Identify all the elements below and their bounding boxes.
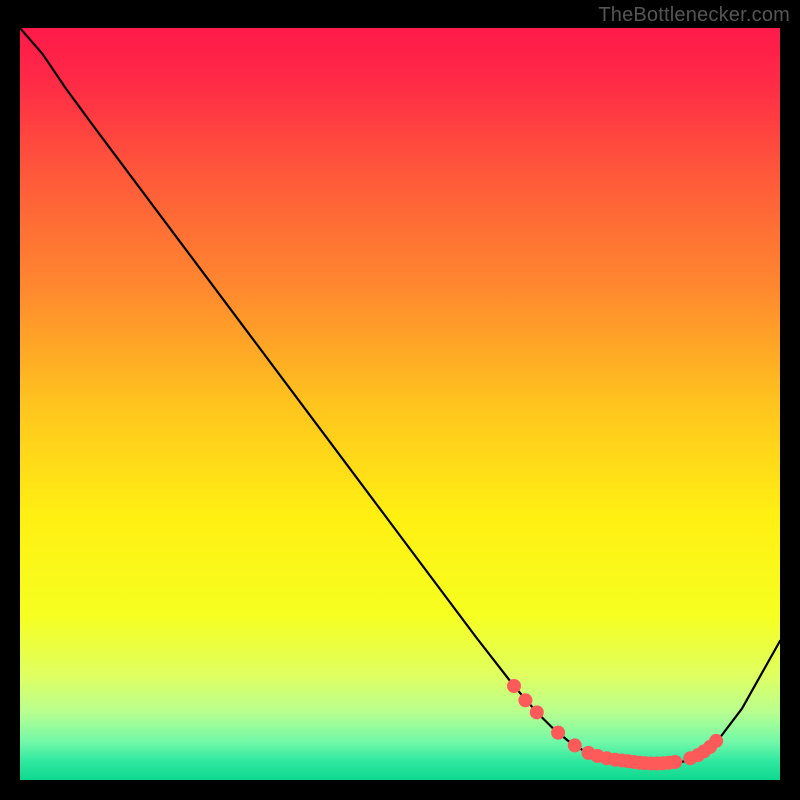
data-marker (530, 705, 544, 719)
watermark-text: TheBottlenecker.com (598, 4, 790, 27)
chart-frame: TheBottlenecker.com (0, 0, 800, 800)
data-marker (551, 726, 565, 740)
data-marker (518, 693, 532, 707)
data-marker (507, 679, 521, 693)
data-marker (568, 738, 582, 752)
data-marker (668, 755, 682, 769)
gradient-background (20, 28, 780, 780)
plot-area (20, 28, 780, 780)
bottleneck-chart (20, 28, 780, 780)
data-marker (709, 734, 723, 748)
